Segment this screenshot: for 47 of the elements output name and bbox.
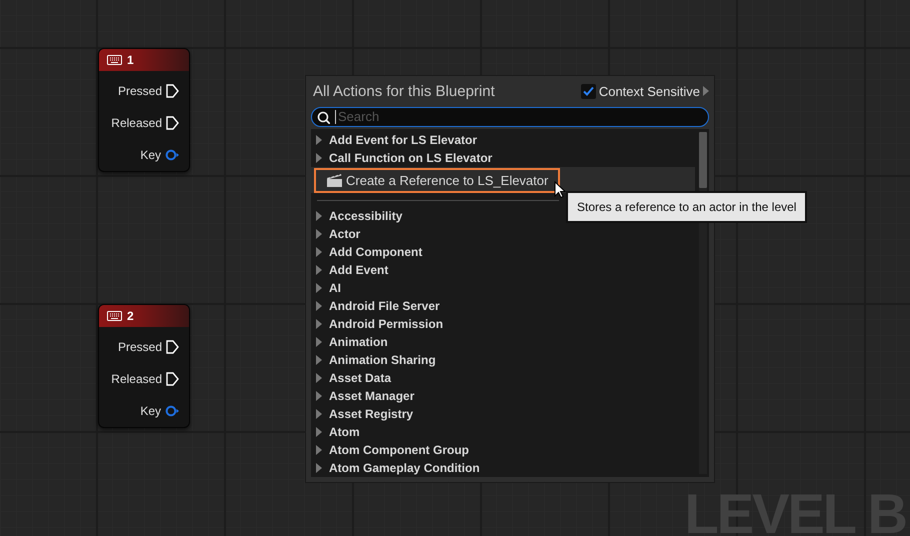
scrollbar-thumb[interactable]: [699, 132, 707, 188]
action-item[interactable]: Create a Reference to LS_Elevator: [316, 170, 558, 190]
mouse-cursor-icon: [554, 181, 566, 199]
menu-title: All Actions for this Blueprint: [313, 82, 495, 100]
context-sensitive-checkbox[interactable]: [580, 84, 596, 98]
category-item[interactable]: Asset Manager: [311, 387, 695, 405]
pin-label: Key: [140, 148, 161, 162]
search-icon: [317, 110, 330, 124]
category-item[interactable]: Asset Data: [311, 369, 695, 387]
pin-label: Released: [111, 372, 162, 386]
event-node[interactable]: 1 Pressed Released Key: [98, 48, 190, 172]
exec-pin-icon[interactable]: [166, 372, 179, 386]
category-item[interactable]: Android Permission: [311, 315, 695, 333]
category-item[interactable]: Animation: [311, 333, 695, 351]
checkmark-icon: [582, 85, 595, 97]
caret-icon: [703, 86, 709, 96]
exec-pin-icon[interactable]: [166, 340, 179, 354]
pin-label: Pressed: [118, 340, 162, 354]
node-title: 1: [127, 53, 134, 67]
category-item[interactable]: Animation Sharing: [311, 351, 695, 369]
keyboard-icon: [107, 311, 122, 321]
key-pin-icon[interactable]: [165, 149, 179, 161]
category-item[interactable]: Add Component: [311, 243, 695, 261]
clapperboard-icon: [326, 172, 343, 188]
tooltip: Stores a reference to an actor in the level: [566, 191, 808, 223]
category-item[interactable]: Add Event for LS Elevator: [311, 131, 695, 149]
keyboard-icon: [107, 55, 122, 65]
context-sensitive-label: Context Sensitive: [598, 84, 700, 98]
category-item[interactable]: Atom: [311, 423, 695, 441]
category-item[interactable]: Actor: [311, 225, 695, 243]
category-item[interactable]: Android File Server: [311, 297, 695, 315]
category-item[interactable]: Atom Component Group: [311, 441, 695, 459]
pin-label: Released: [111, 116, 162, 130]
node-title: 2: [127, 309, 134, 323]
key-pin-icon[interactable]: [165, 405, 179, 417]
category-item[interactable]: Atom Gameplay Condition: [311, 459, 695, 477]
category-item[interactable]: Add Event: [311, 261, 695, 279]
exec-pin-icon[interactable]: [166, 84, 179, 98]
pin-label: Key: [140, 404, 161, 418]
category-item[interactable]: Call Function on LS Elevator: [311, 149, 695, 167]
exec-pin-icon[interactable]: [166, 116, 179, 130]
pin-label: Pressed: [118, 84, 162, 98]
event-node[interactable]: 2 Pressed Released Key: [98, 304, 190, 428]
category-item[interactable]: Asset Registry: [311, 405, 695, 423]
search-field[interactable]: Search: [311, 107, 709, 127]
search-input[interactable]: Search: [335, 110, 708, 124]
category-item[interactable]: AI: [311, 279, 695, 297]
